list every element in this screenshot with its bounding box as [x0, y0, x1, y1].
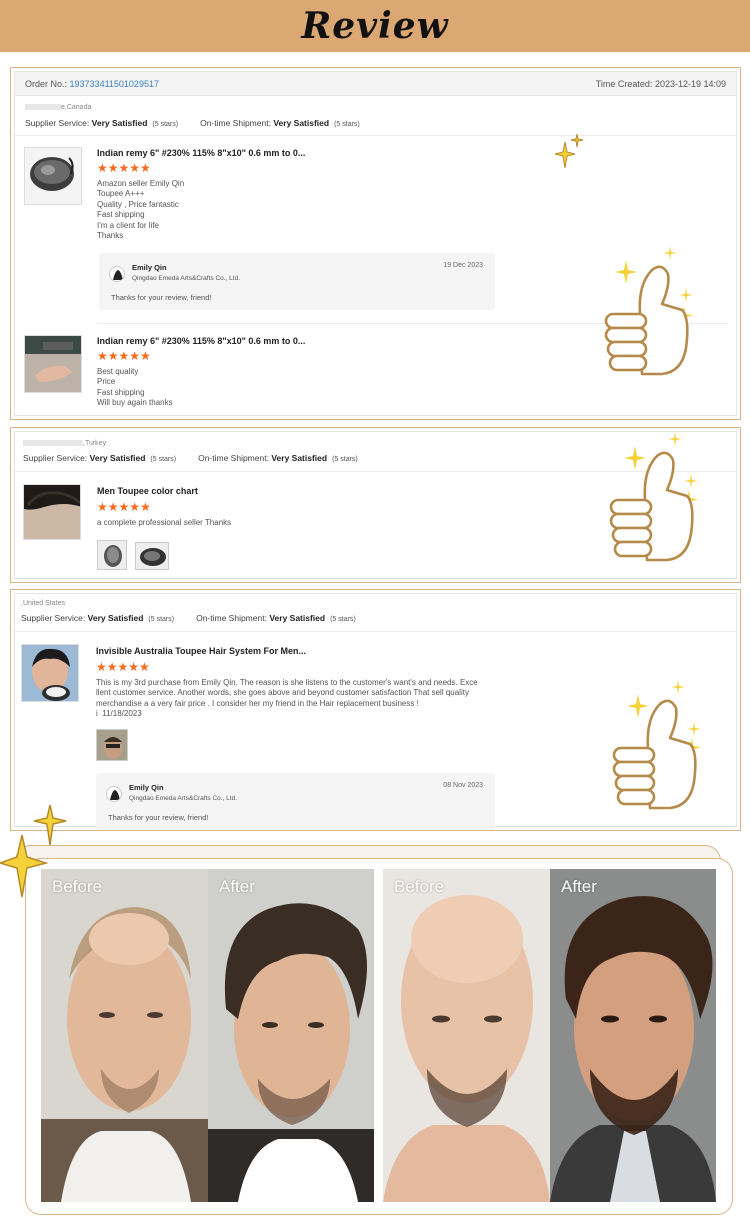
star-rating: ★★★★★	[97, 161, 151, 175]
star-rating: ★★★★★	[96, 660, 150, 674]
reviewer-location: ,Turkey	[23, 440, 106, 447]
after-photo-2: After	[550, 869, 716, 1202]
review-text: This is my 3rd purchase from Emily Qin. …	[96, 678, 478, 719]
product-thumbnail[interactable]	[21, 644, 79, 702]
product-title[interactable]: Invisible Australia Toupee Hair System F…	[96, 646, 306, 656]
product-title[interactable]: Indian remy 6" #230% 115% 8"x10" 0.6 mm …	[97, 336, 305, 346]
divider	[15, 135, 736, 136]
seller-name: Emily Qin	[129, 783, 164, 792]
seller-avatar	[106, 786, 122, 802]
review-text: a complete professional seller Thanks	[97, 518, 232, 527]
reviewer-location: ,United States	[21, 600, 65, 607]
before-photo-2: Before	[383, 869, 550, 1202]
order-bar: Order No.: 193733411501029517 Time Creat…	[15, 72, 736, 96]
service-ratings: Supplier Service: Very Satisfied (5 stars…	[23, 453, 358, 463]
review-banner: Review	[0, 0, 750, 52]
reviewer-name-redacted	[23, 440, 83, 447]
star-rating: ★★★★★	[97, 349, 151, 363]
banner-title: Review	[301, 5, 449, 47]
service-ratings: Supplier Service: Very Satisfied (5 stars…	[21, 613, 356, 623]
review-text: Amazon seller Emily Qin Toupee A+++ Qual…	[97, 179, 185, 241]
order-number-link[interactable]: 193733411501029517	[70, 79, 159, 89]
seller-company: Qingdao Emeda Arts&Crafts Co., Ltd.	[132, 275, 241, 282]
product-thumbnail[interactable]	[24, 147, 82, 205]
reply-date: 19 Dec 2023	[443, 262, 483, 269]
product-title[interactable]: Men Toupee color chart	[97, 486, 198, 496]
thumbs-up-icon	[604, 246, 694, 376]
after-photo-1: After	[208, 869, 374, 1202]
thumbs-up-icon	[609, 432, 699, 562]
seller-avatar	[109, 266, 125, 282]
seller-name: Emily Qin	[132, 263, 167, 272]
reply-date: 08 Nov 2023	[443, 782, 483, 789]
product-thumbnail[interactable]	[24, 335, 82, 393]
thumbs-up-icon	[612, 680, 702, 810]
star-rating: ★★★★★	[97, 500, 151, 514]
seller-reply: Emily Qin Qingdao Emeda Arts&Crafts Co.,…	[96, 773, 495, 830]
after-label: After	[219, 877, 255, 896]
reviewer-location: e,Canada	[25, 104, 91, 111]
review-photo[interactable]	[96, 729, 128, 761]
product-thumbnail[interactable]	[23, 484, 81, 540]
review-text: Best quality Price Fast shipping Will bu…	[97, 367, 173, 408]
after-label: After	[561, 877, 597, 896]
order-time: Time Created: 2023-12-19 14:09	[595, 79, 726, 89]
sparkle-icon	[554, 134, 584, 169]
reviewer-name-redacted	[25, 104, 61, 111]
seller-company: Qingdao Emeda Arts&Crafts Co., Ltd.	[129, 795, 238, 802]
service-ratings: Supplier Service: Very Satisfied (5 stars…	[25, 118, 360, 128]
review-photo[interactable]	[97, 540, 127, 570]
before-label: Before	[52, 877, 103, 896]
reply-message: Thanks for your review, friend!	[108, 813, 209, 822]
order-number: Order No.: 193733411501029517	[25, 79, 159, 89]
before-photo-1: Before	[41, 869, 208, 1202]
review-photo[interactable]	[135, 542, 169, 570]
product-title[interactable]: Indian remy 6" #230% 115% 8"x10" 0.6 mm …	[97, 148, 305, 158]
reply-message: Thanks for your review, friend!	[111, 293, 212, 302]
seller-reply: Emily Qin Qingdao Emeda Arts&Crafts Co.,…	[99, 253, 495, 310]
before-label: Before	[394, 877, 445, 896]
divider	[15, 631, 736, 632]
